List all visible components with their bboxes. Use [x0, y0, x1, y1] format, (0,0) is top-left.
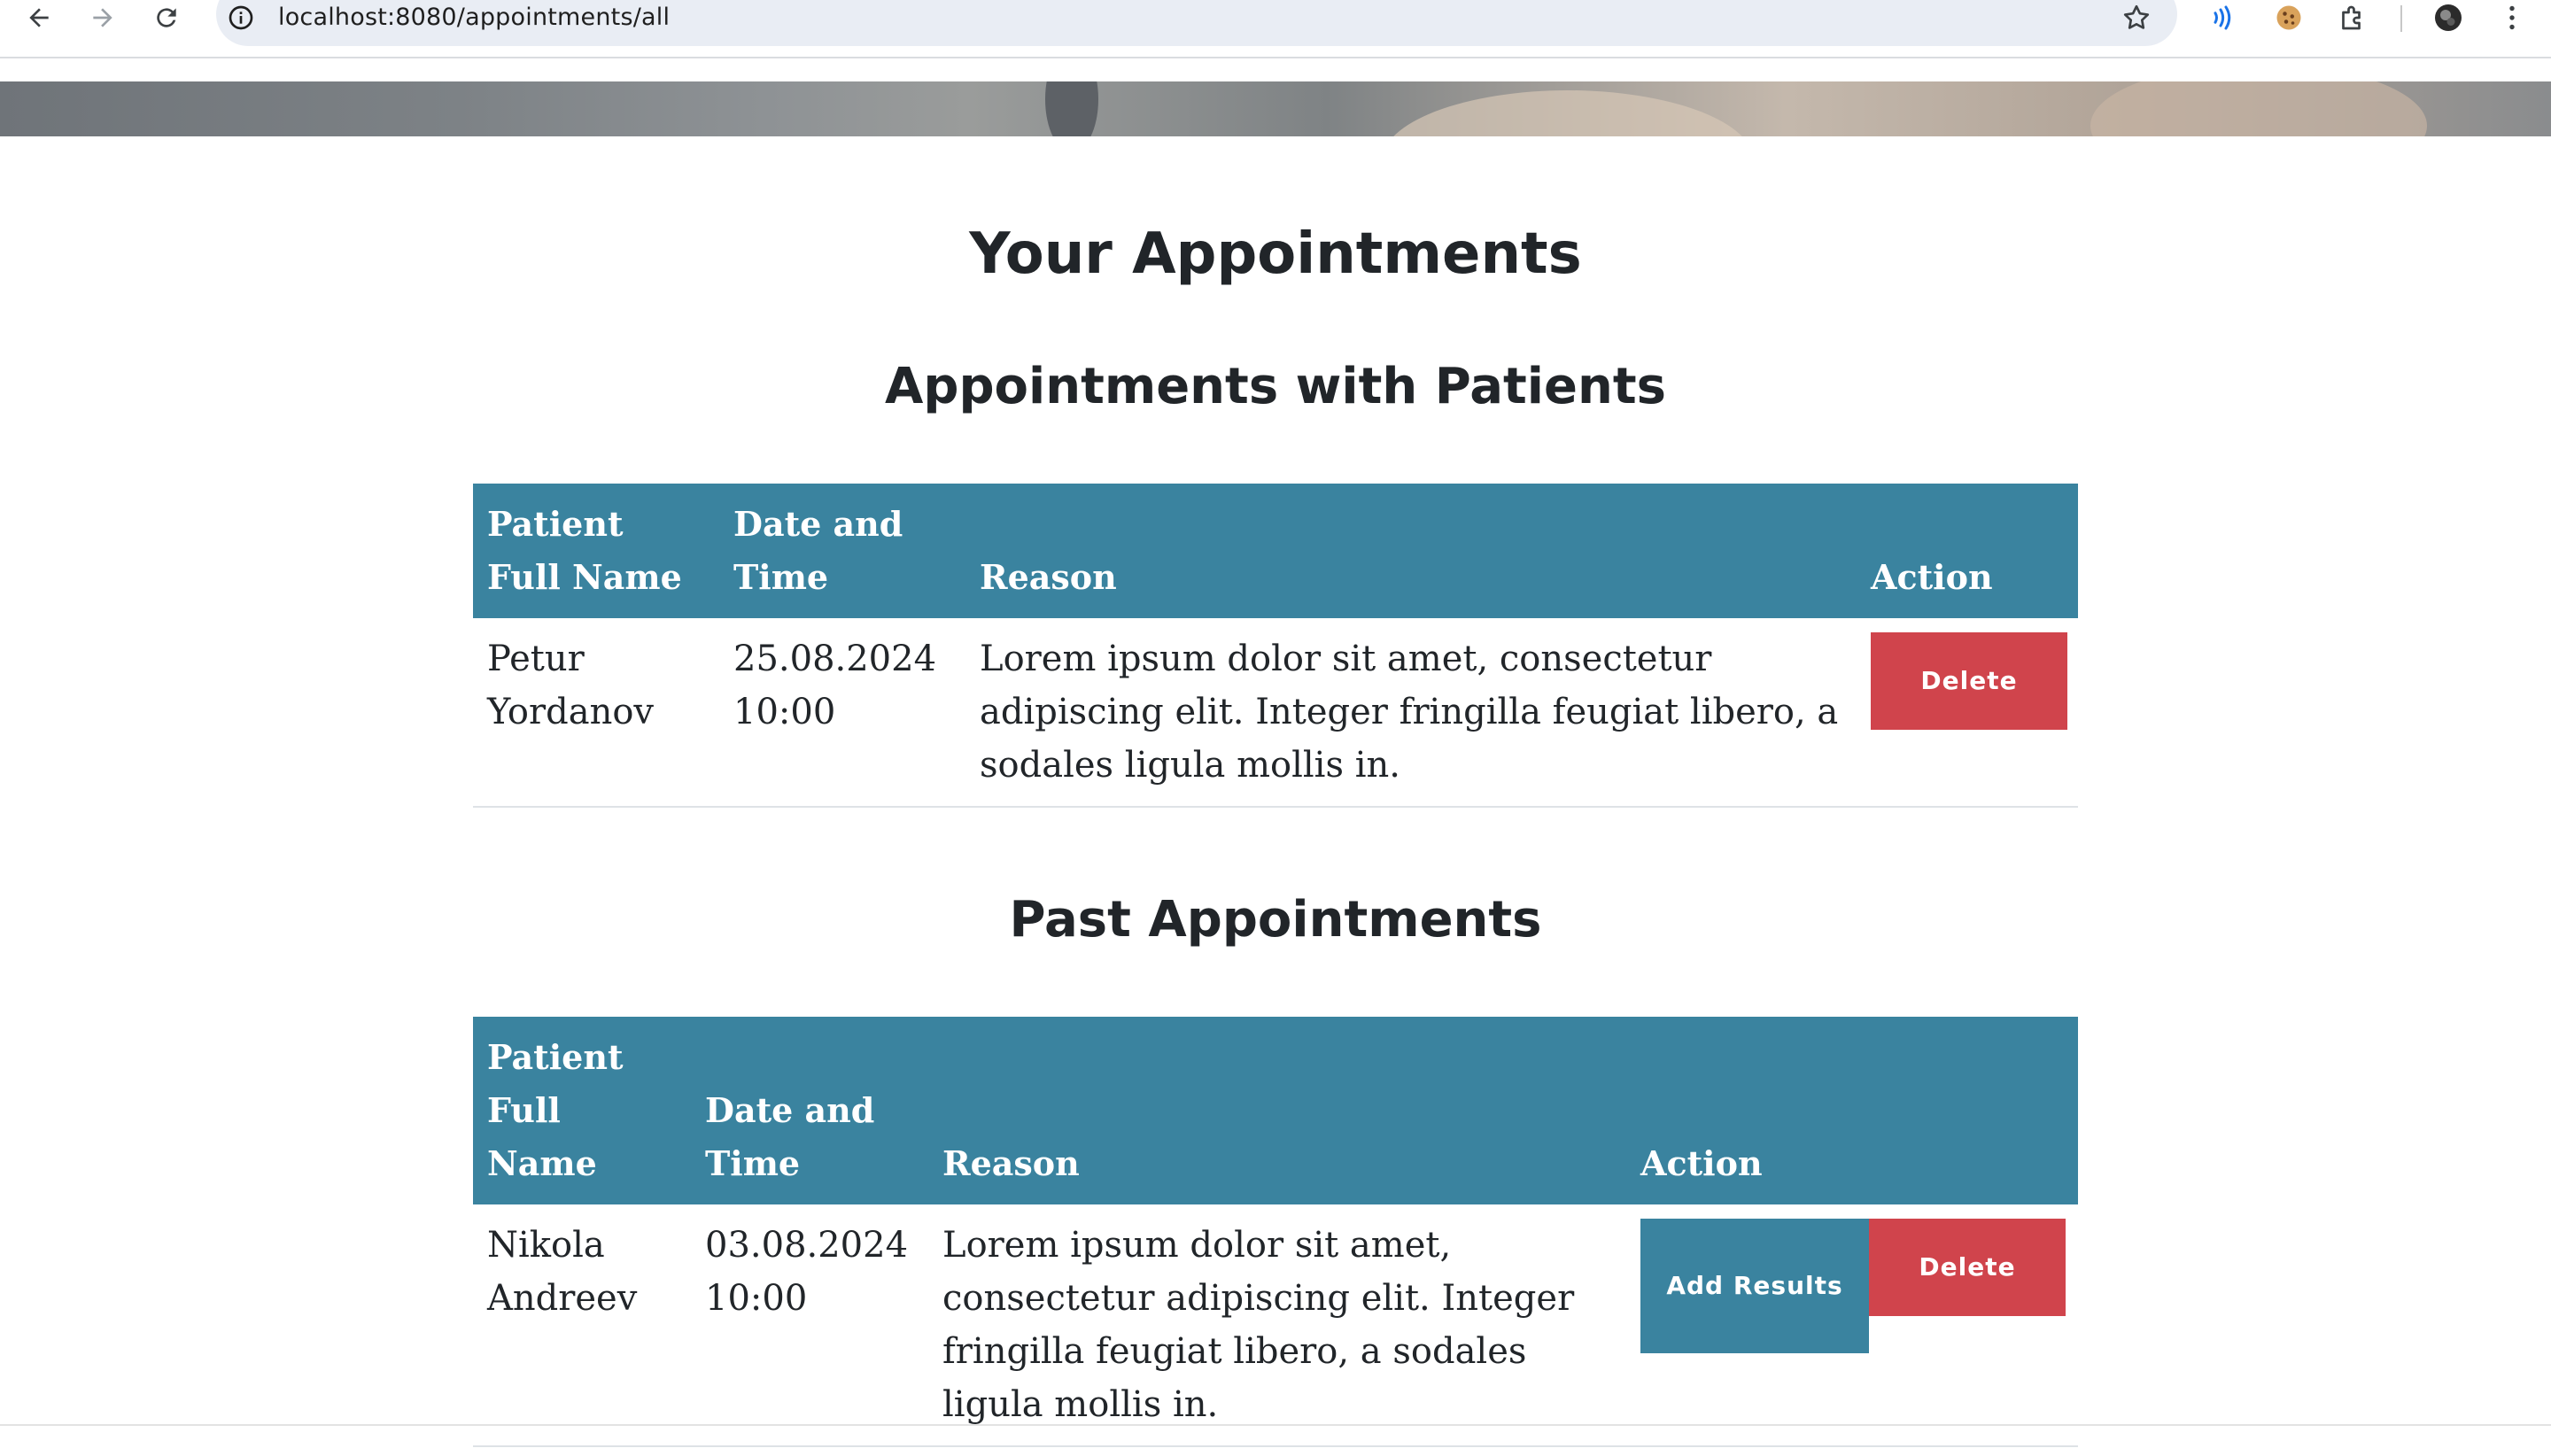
past-appointments-heading: Past Appointments: [1009, 891, 1542, 949]
appointment-datetime: 25.08.2024 10:00: [733, 639, 937, 732]
column-header-patient: Patient Full Name: [487, 1037, 624, 1183]
column-header-action: Action: [1640, 1143, 1763, 1183]
appointment-reason: Lorem ipsum dolor sit amet, consectetur …: [980, 639, 1839, 786]
column-header-patient: Patient Full Name: [487, 504, 682, 597]
table-row: Nikola Andreev 03.08.2024 10:00 Lorem ip…: [473, 1204, 2078, 1446]
table-row: Petur Yordanov 25.08.2024 10:00 Lorem ip…: [473, 618, 2078, 807]
patient-name: Petur Yordanov: [487, 639, 655, 732]
upcoming-appointments-table: Patient Full Name Date and Time Reason A…: [473, 484, 2078, 808]
page-title: Your Appointments: [969, 221, 1582, 287]
column-header-datetime: Date and Time: [733, 504, 903, 597]
column-header-action: Action: [1871, 557, 1993, 597]
add-results-button[interactable]: Add Results: [1640, 1219, 1869, 1353]
column-header-datetime: Date and Time: [705, 1090, 875, 1183]
kebab-menu-icon[interactable]: [2496, 2, 2528, 34]
delete-button[interactable]: Delete: [1871, 632, 2067, 730]
url-text[interactable]: localhost:8080/appointments/all: [278, 0, 670, 35]
patient-name: Nikola Andreev: [487, 1225, 638, 1319]
appointment-reason: Lorem ipsum dolor sit amet, consectetur …: [942, 1225, 1575, 1425]
column-header-reason: Reason: [942, 1143, 1080, 1183]
appointment-datetime: 03.08.2024 10:00: [705, 1225, 909, 1319]
cookie-icon[interactable]: [2273, 2, 2305, 34]
toolbar-divider: [2400, 5, 2402, 32]
read-aloud-icon[interactable]: [2207, 2, 2239, 34]
site-info-icon[interactable]: [227, 4, 255, 32]
forward-arrow-icon[interactable]: [85, 0, 120, 35]
hero-banner-image: [0, 81, 2551, 136]
table-header-row: Patient Full Name Date and Time Reason A…: [473, 1017, 2078, 1204]
upcoming-appointments-heading: Appointments with Patients: [885, 358, 1666, 415]
bookmark-star-icon[interactable]: [2121, 2, 2152, 34]
page-bottom-divider: [0, 1424, 2551, 1426]
table-header-row: Patient Full Name Date and Time Reason A…: [473, 484, 2078, 618]
browser-toolbar: localhost:8080/appointments/all: [0, 0, 2551, 58]
action-cell: Delete: [1857, 618, 2078, 807]
back-arrow-icon[interactable]: [21, 0, 57, 35]
extensions-puzzle-icon[interactable]: [2337, 2, 2369, 34]
reload-icon[interactable]: [149, 0, 184, 35]
profile-avatar[interactable]: [2432, 2, 2464, 34]
delete-button[interactable]: Delete: [1869, 1219, 2066, 1316]
column-header-reason: Reason: [980, 557, 1117, 597]
action-cell: Add ResultsDelete: [1626, 1204, 2078, 1446]
past-appointments-table: Patient Full Name Date and Time Reason A…: [473, 1017, 2078, 1447]
